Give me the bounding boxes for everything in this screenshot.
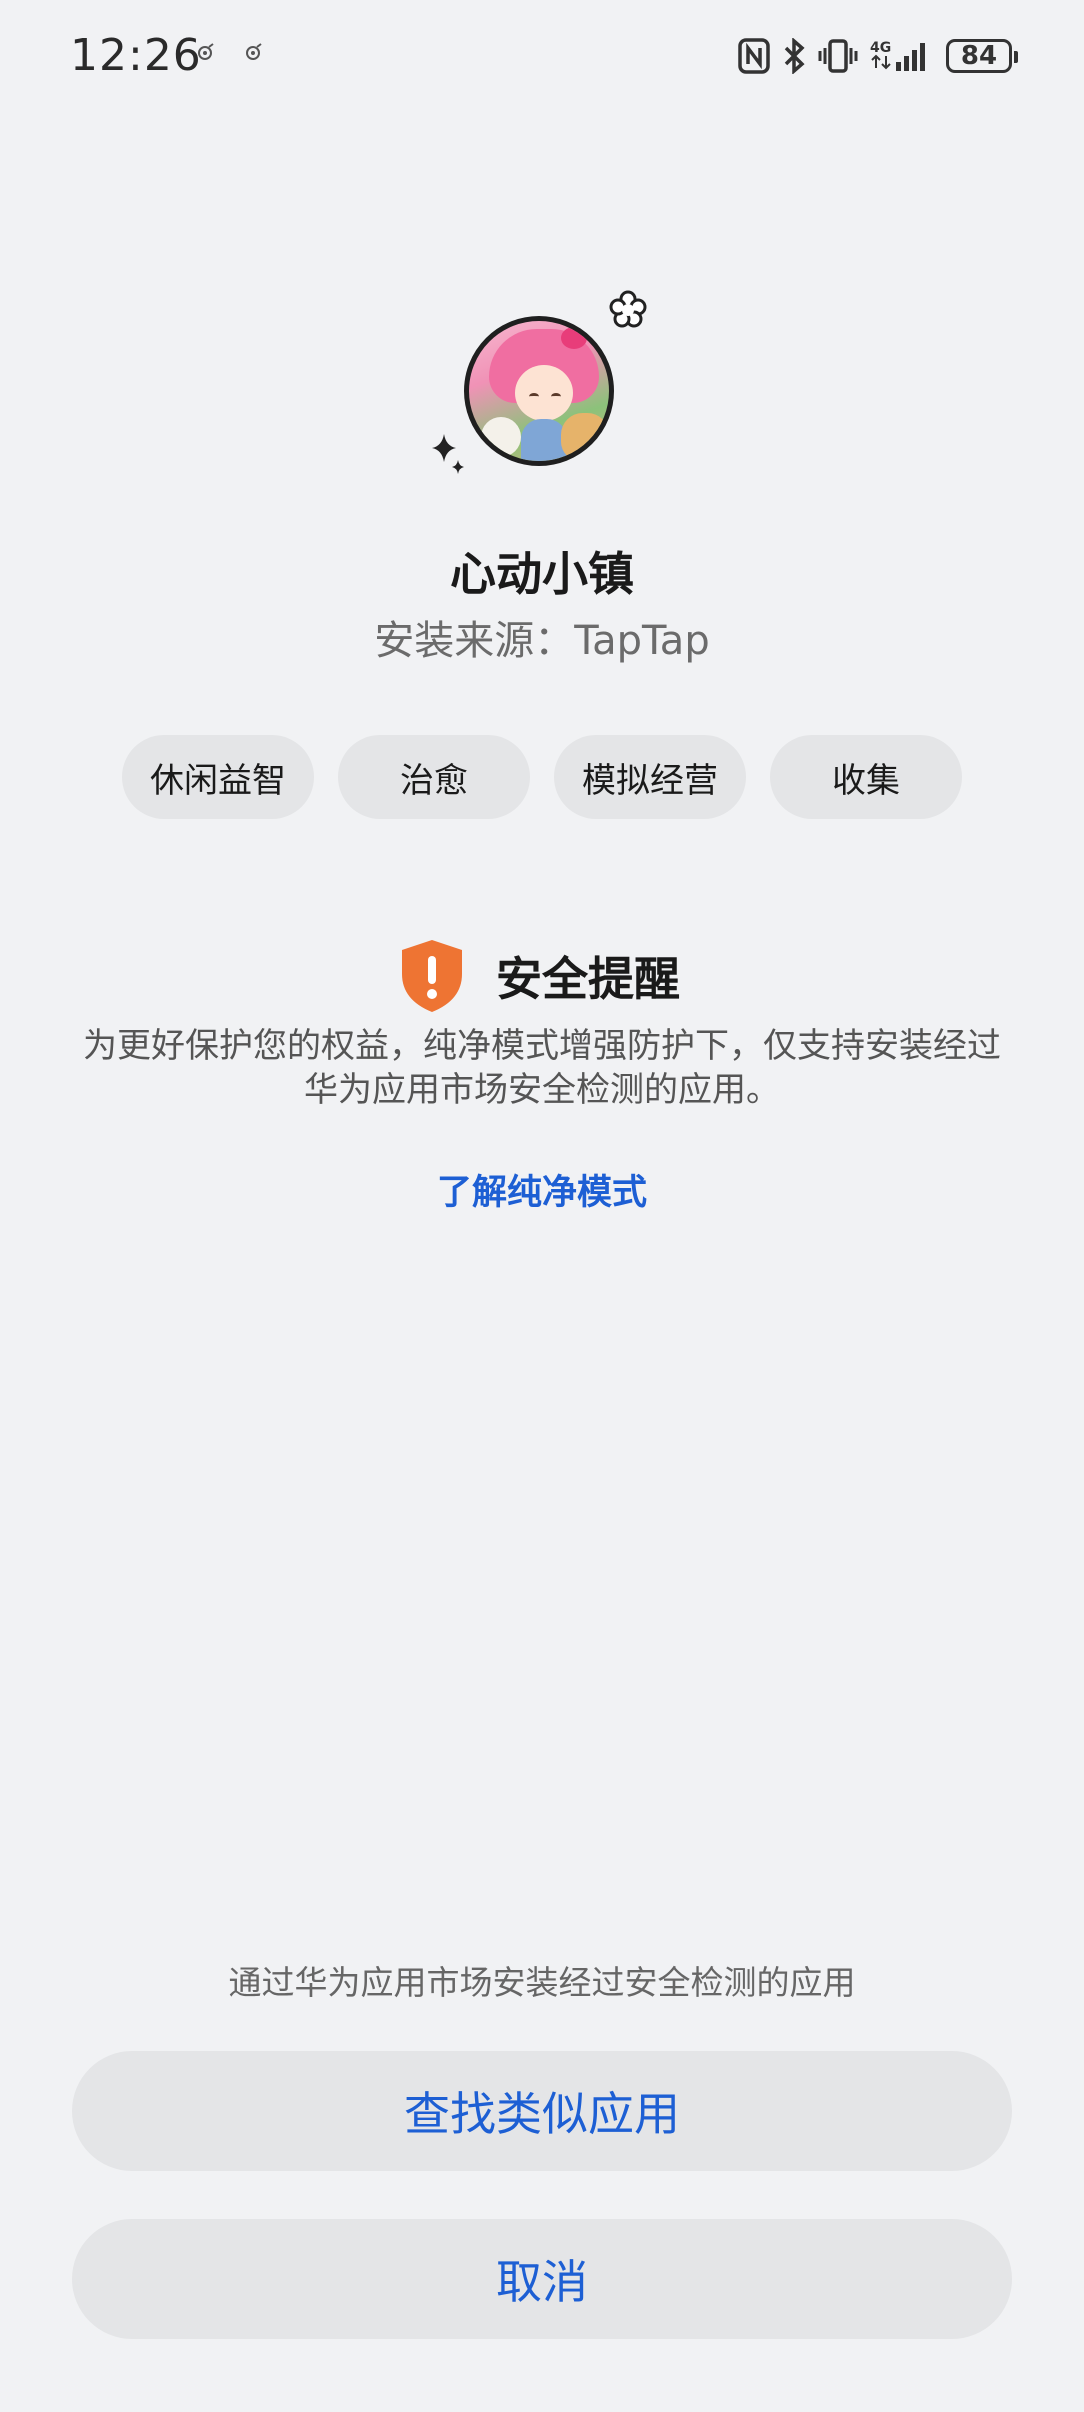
app-tags: 休闲益智 治愈 模拟经营 收集 bbox=[122, 735, 962, 819]
security-title: 安全提醒 bbox=[496, 952, 680, 1006]
status-time: 12:26 bbox=[70, 30, 202, 81]
flower-icon bbox=[609, 290, 647, 328]
notification-icon bbox=[246, 43, 262, 60]
cancel-button[interactable]: 取消 bbox=[72, 2219, 1012, 2339]
shield-warning-icon bbox=[402, 940, 462, 1012]
bluetooth-icon bbox=[784, 38, 805, 74]
security-header: 安全提醒 bbox=[398, 938, 680, 1014]
app-icon bbox=[464, 316, 614, 466]
nfc-icon bbox=[738, 38, 770, 74]
tag-chip: 收集 bbox=[770, 735, 962, 819]
security-description: 为更好保护您的权益，纯净模式增强防护下，仅支持安装经过华为应用市场安全检测的应用… bbox=[83, 1026, 1001, 1110]
status-icons: 4G 84 bbox=[738, 34, 1018, 78]
learn-pure-mode-link[interactable]: 了解纯净模式 bbox=[0, 1164, 1084, 1215]
tag-chip: 模拟经营 bbox=[554, 735, 746, 819]
status-bar: 12:26 4G 84 bbox=[0, 0, 1084, 110]
battery-indicator: 84 bbox=[946, 39, 1018, 73]
signal-icon: 4G bbox=[870, 40, 925, 71]
vibrate-icon bbox=[818, 39, 858, 73]
svg-text:4G: 4G bbox=[870, 40, 891, 56]
find-similar-apps-button[interactable]: 查找类似应用 bbox=[72, 2051, 1012, 2171]
app-icon-area bbox=[430, 284, 650, 484]
bottom-hint: 通过华为应用市场安装经过安全检测的应用 bbox=[228, 1963, 856, 2002]
app-name: 心动小镇 bbox=[450, 547, 634, 601]
install-source: 安装来源：TapTap bbox=[374, 618, 710, 664]
sparkle-icon bbox=[432, 434, 464, 474]
notification-icon bbox=[198, 43, 214, 60]
tag-chip: 治愈 bbox=[338, 735, 530, 819]
tag-chip: 休闲益智 bbox=[122, 735, 314, 819]
